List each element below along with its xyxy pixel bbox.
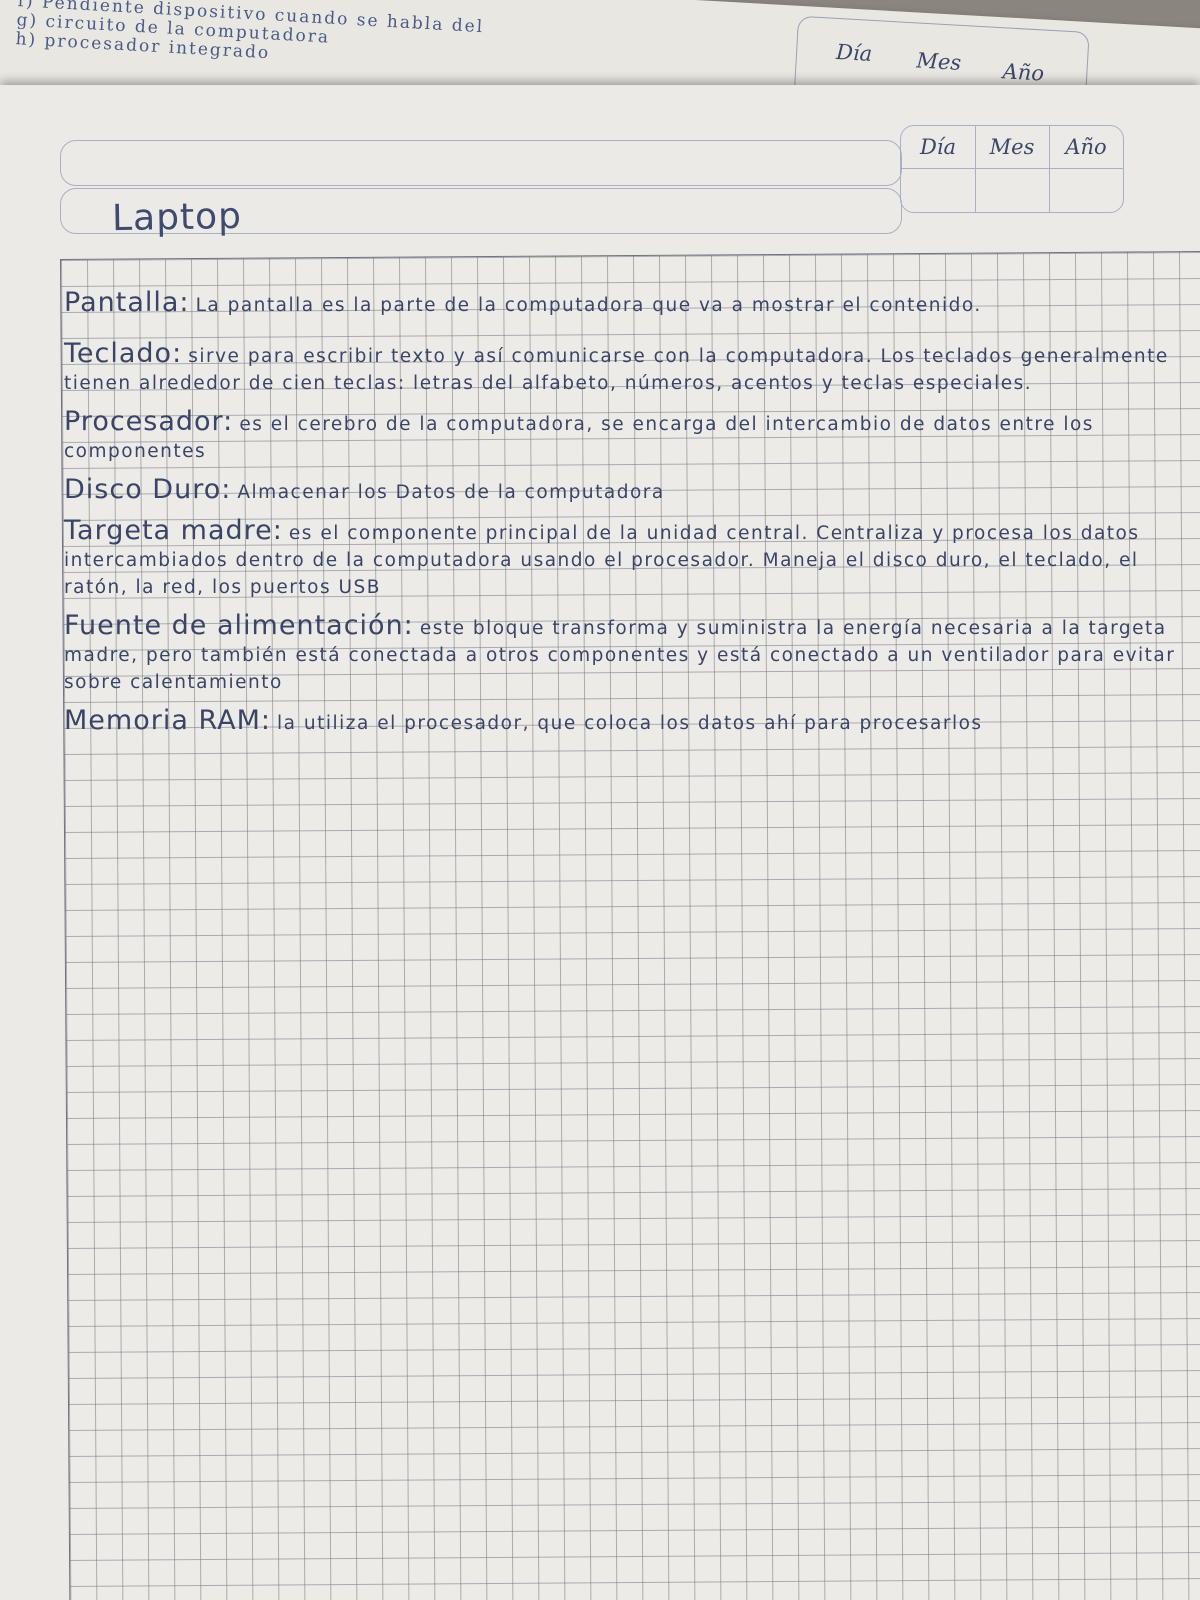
handwritten-notes: Pantalla: La pantalla es la parte de la … bbox=[64, 287, 1200, 749]
date-divider bbox=[901, 168, 1123, 169]
note-term: Pantalla: bbox=[64, 287, 190, 318]
back-date-label-day: Día bbox=[835, 39, 873, 66]
date-box: Día Mes Año bbox=[900, 125, 1124, 213]
note-entry-memoria-ram: Memoria RAM: la utiliza el procesador, q… bbox=[64, 705, 1200, 737]
date-divider bbox=[1049, 126, 1050, 212]
note-term: Targeta madre: bbox=[64, 515, 283, 546]
note-term: Fuente de alimentación: bbox=[64, 610, 414, 641]
note-term: Teclado: bbox=[64, 338, 183, 369]
header-line-box bbox=[60, 140, 902, 186]
date-label-day: Día bbox=[919, 135, 957, 159]
note-term: Procesador: bbox=[64, 406, 234, 437]
note-entry-pantalla: Pantalla: La pantalla es la parte de la … bbox=[64, 287, 1200, 319]
notebook-photo: f) Pendiente dispositivo cuando se habla… bbox=[0, 0, 1200, 1600]
back-page-notes: f) Pendiente dispositivo cuando se habla… bbox=[15, 0, 577, 80]
note-entry-targeta-madre: Targeta madre: es el componente principa… bbox=[64, 515, 1200, 601]
note-definition: la utiliza el procesador, que coloca los… bbox=[277, 713, 983, 734]
back-date-label-month: Mes bbox=[915, 48, 962, 75]
page-title: Laptop bbox=[111, 195, 243, 240]
note-entry-procesador: Procesador: es el cerebro de la computad… bbox=[64, 406, 1200, 465]
note-definition: La pantalla es la parte de la computador… bbox=[195, 295, 982, 316]
note-entry-teclado: Teclado: sirve para escribir texto y así… bbox=[64, 338, 1200, 397]
note-term: Disco Duro: bbox=[64, 474, 232, 505]
note-entry-disco-duro: Disco Duro: Almacenar los Datos de la co… bbox=[64, 474, 1200, 506]
notebook-page: Día Mes Año Laptop Pantalla: La pantalla… bbox=[0, 85, 1200, 1600]
note-term: Memoria RAM: bbox=[64, 705, 271, 736]
date-label-year: Año bbox=[1065, 135, 1107, 159]
date-divider bbox=[975, 126, 976, 212]
date-label-month: Mes bbox=[989, 135, 1035, 159]
note-definition: Almacenar los Datos de la computadora bbox=[237, 482, 665, 503]
note-definition: sirve para escribir texto y así comunica… bbox=[64, 346, 1169, 394]
note-entry-fuente-alimentacion: Fuente de alimentación: este bloque tran… bbox=[64, 610, 1200, 696]
